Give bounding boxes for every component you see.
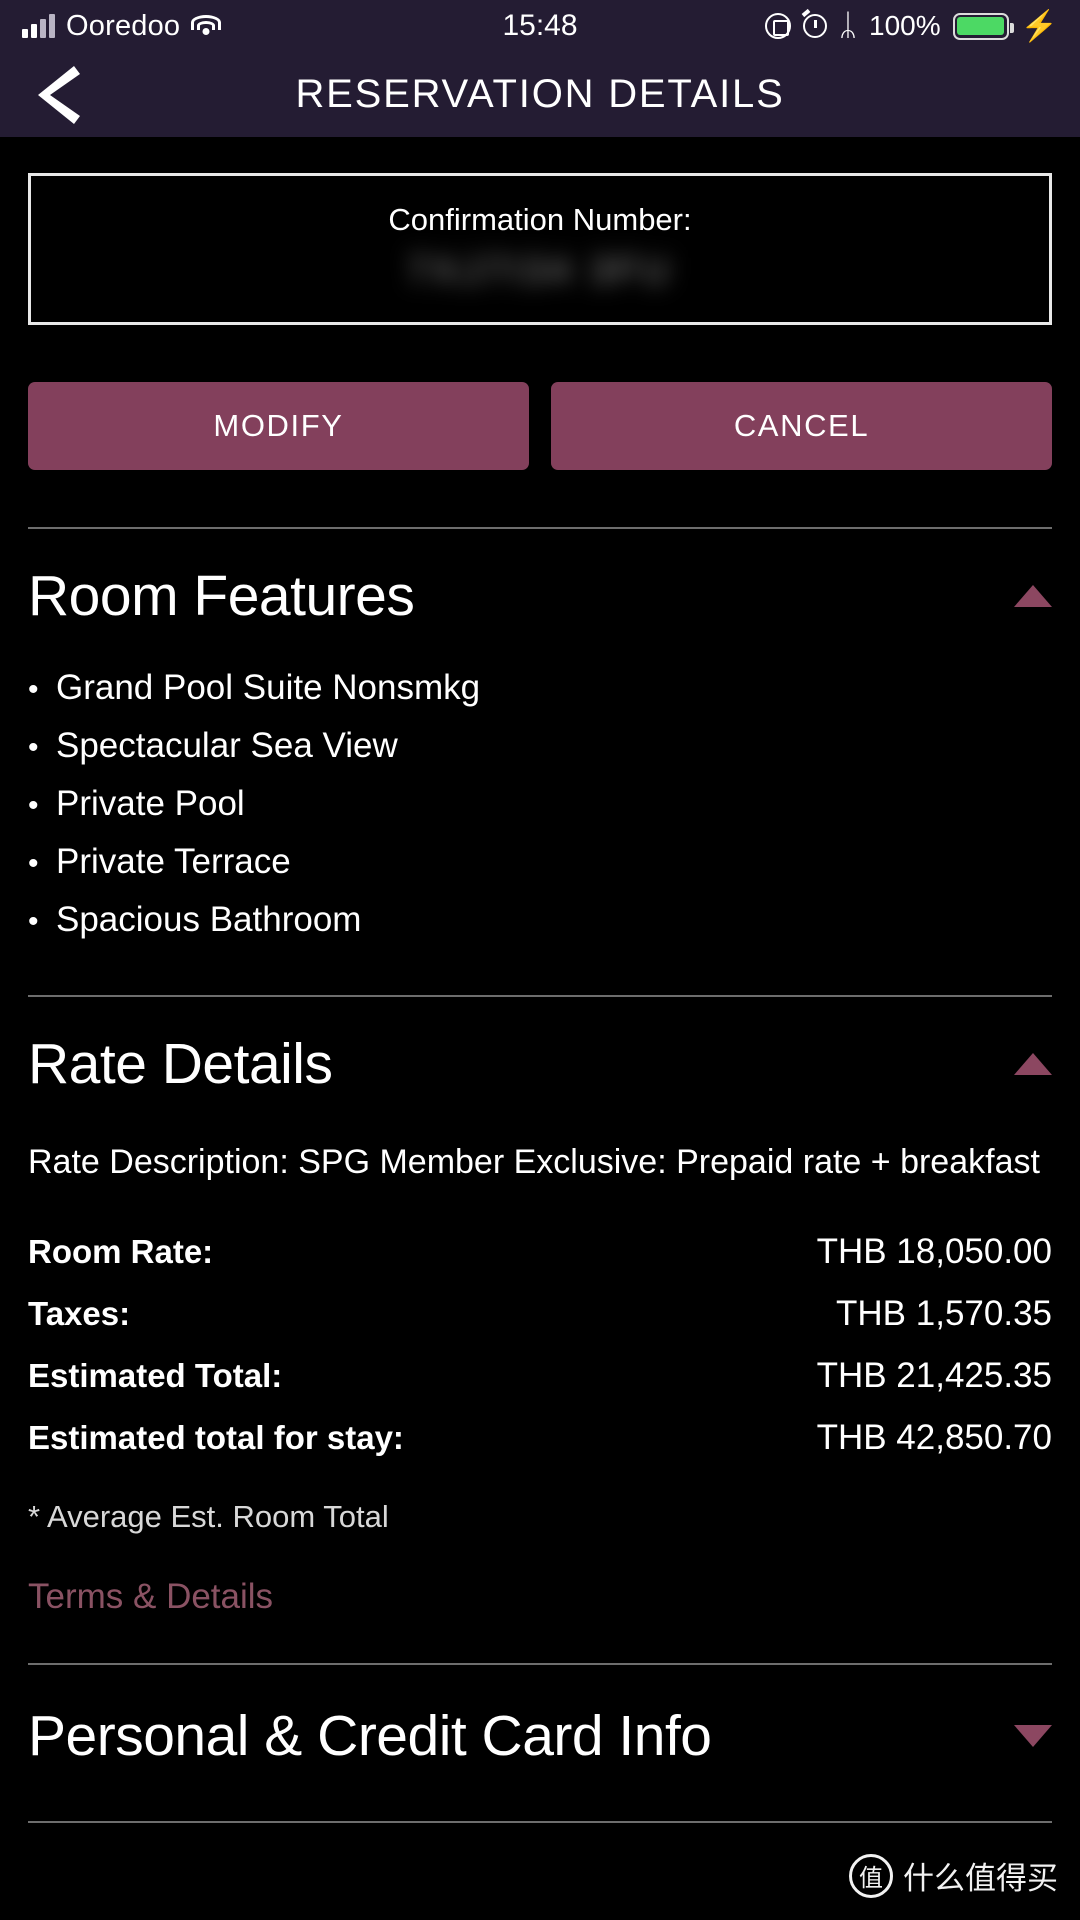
status-bar: Ooredoo 15:48 ᛦ 100% ⚡ bbox=[0, 0, 1080, 52]
reservation-details-screen: Ooredoo 15:48 ᛦ 100% ⚡ RESERVATION DETAI… bbox=[0, 0, 1080, 1920]
personal-credit-card-section-header[interactable]: Personal & Credit Card Info bbox=[28, 1703, 1052, 1769]
list-item: • Grand Pool Suite Nonsmkg bbox=[28, 659, 1052, 717]
wifi-icon bbox=[191, 14, 222, 38]
carrier-label: Ooredoo bbox=[66, 9, 181, 42]
status-bar-left: Ooredoo bbox=[22, 9, 222, 43]
personal-credit-card-title: Personal & Credit Card Info bbox=[28, 1703, 712, 1768]
rate-details-title: Rate Details bbox=[28, 1032, 333, 1096]
battery-percent-label: 100% bbox=[869, 10, 941, 41]
divider bbox=[28, 527, 1052, 529]
modify-button[interactable]: MODIFY bbox=[28, 382, 529, 470]
list-item-label: Private Pool bbox=[56, 784, 245, 823]
row-label: Estimated Total: bbox=[28, 1356, 283, 1394]
confirmation-number-value: 7XJ7I34 3FU bbox=[407, 250, 673, 292]
divider bbox=[28, 995, 1052, 997]
average-room-total-note: * Average Est. Room Total bbox=[28, 1498, 389, 1534]
watermark-badge-icon: 值 bbox=[849, 1853, 893, 1898]
bluetooth-icon: ᛦ bbox=[839, 9, 858, 42]
table-row: Estimated Total: THB 21,425.35 bbox=[28, 1345, 1052, 1407]
charging-bolt-icon: ⚡ bbox=[1020, 9, 1058, 43]
bullet-icon: • bbox=[28, 847, 39, 880]
list-item: • Private Terrace bbox=[28, 833, 1052, 891]
signal-bars-icon bbox=[22, 14, 55, 38]
rotation-lock-icon bbox=[765, 13, 792, 39]
bullet-icon: • bbox=[28, 789, 39, 822]
confirmation-number-label: Confirmation Number: bbox=[388, 202, 692, 237]
row-value: THB 1,570.35 bbox=[836, 1293, 1052, 1333]
battery-icon bbox=[952, 12, 1014, 40]
back-chevron-icon[interactable] bbox=[30, 65, 86, 125]
divider bbox=[28, 1820, 1052, 1823]
page-title: RESERVATION DETAILS bbox=[295, 72, 785, 116]
row-value: THB 42,850.70 bbox=[816, 1417, 1052, 1457]
row-label: Estimated total for stay: bbox=[28, 1418, 404, 1456]
table-row: Taxes: THB 1,570.35 bbox=[28, 1283, 1052, 1345]
terms-and-details-link[interactable]: Terms & Details bbox=[28, 1577, 273, 1617]
action-button-row: MODIFY CANCEL bbox=[28, 382, 1052, 470]
bullet-icon: • bbox=[28, 731, 39, 764]
list-item-label: Private Terrace bbox=[56, 842, 291, 881]
chevron-up-icon[interactable] bbox=[1014, 585, 1052, 607]
table-row: Estimated total for stay: THB 42,850.70 bbox=[28, 1407, 1052, 1469]
table-row: Room Rate: THB 18,050.00 bbox=[28, 1221, 1052, 1283]
row-label: Taxes: bbox=[28, 1294, 131, 1332]
divider bbox=[28, 1662, 1052, 1665]
row-value: THB 21,425.35 bbox=[816, 1355, 1052, 1395]
status-bar-right: ᛦ 100% ⚡ bbox=[765, 9, 1058, 44]
watermark-text: 什么值得买 bbox=[903, 1861, 1058, 1896]
chevron-down-icon[interactable] bbox=[1014, 1724, 1052, 1747]
watermark: 值 什么值得买 bbox=[849, 1853, 1058, 1898]
rate-rows-table: Room Rate: THB 18,050.00 Taxes: THB 1,57… bbox=[28, 1221, 1052, 1469]
rate-details-section-header[interactable]: Rate Details bbox=[28, 1031, 1052, 1097]
bullet-icon: • bbox=[28, 905, 39, 938]
alarm-clock-icon bbox=[803, 14, 828, 38]
room-features-title: Room Features bbox=[28, 564, 415, 628]
rate-description: Rate Description: SPG Member Exclusive: … bbox=[28, 1143, 1040, 1181]
list-item-label: Grand Pool Suite Nonsmkg bbox=[56, 668, 481, 707]
navigation-bar: RESERVATION DETAILS bbox=[0, 52, 1080, 137]
confirmation-number-box: Confirmation Number: 7XJ7I34 3FU bbox=[28, 173, 1052, 325]
row-value: THB 18,050.00 bbox=[816, 1231, 1052, 1271]
page-content: Confirmation Number: 7XJ7I34 3FU MODIFY … bbox=[0, 173, 1080, 1823]
list-item: • Spacious Bathroom bbox=[28, 891, 1052, 949]
list-item-label: Spectacular Sea View bbox=[56, 726, 398, 765]
room-features-section-header[interactable]: Room Features bbox=[28, 563, 1052, 629]
cancel-button[interactable]: CANCEL bbox=[551, 382, 1052, 470]
room-features-list: • Grand Pool Suite Nonsmkg • Spectacular S… bbox=[28, 659, 1052, 949]
bullet-icon: • bbox=[28, 673, 39, 706]
list-item-label: Spacious Bathroom bbox=[56, 900, 362, 939]
chevron-up-icon[interactable] bbox=[1014, 1053, 1052, 1075]
list-item: • Spectacular Sea View bbox=[28, 717, 1052, 775]
row-label: Room Rate: bbox=[28, 1232, 214, 1270]
list-item: • Private Pool bbox=[28, 775, 1052, 833]
